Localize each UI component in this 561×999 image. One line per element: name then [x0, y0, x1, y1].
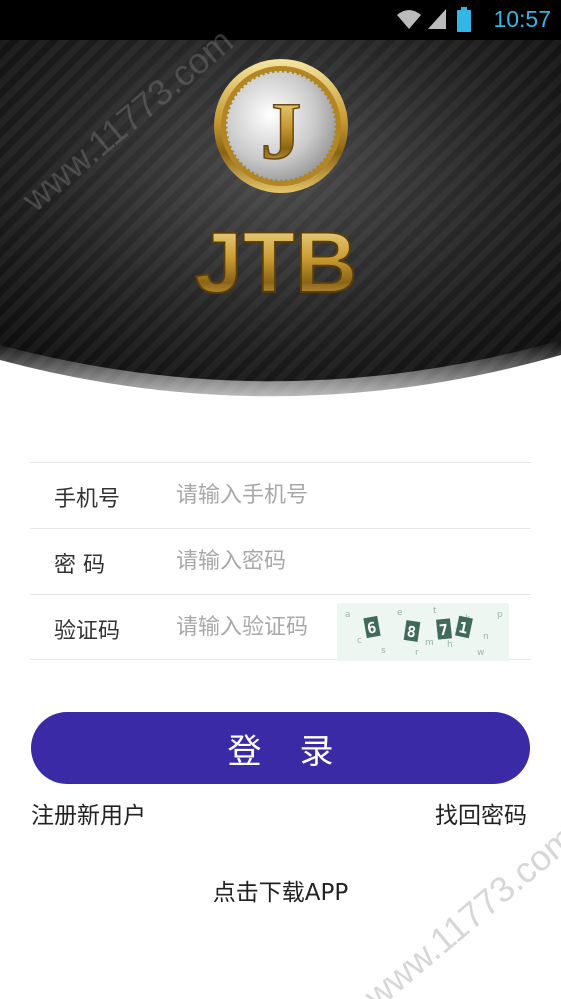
- coin-letter: J: [261, 85, 302, 176]
- forgot-password-link[interactable]: 找回密码: [435, 796, 527, 830]
- captcha-input[interactable]: [176, 607, 356, 647]
- svg-text:c: c: [357, 636, 362, 646]
- download-app-link[interactable]: 点击下载APP: [0, 873, 561, 907]
- captcha-label: 验证码: [54, 619, 121, 644]
- svg-text:n: n: [483, 632, 489, 642]
- wifi-icon: [397, 10, 421, 29]
- watermark-bottom: www.11773.com: [356, 816, 561, 999]
- signal-icon: [428, 9, 446, 29]
- phone-row: 手机号: [30, 462, 531, 528]
- status-bar: 10:57: [0, 0, 561, 40]
- captcha-row: 验证码 acs ert hkn pwx yzm 6 8: [30, 594, 531, 661]
- svg-text:a: a: [345, 610, 351, 620]
- coin-logo: J: [214, 59, 348, 193]
- password-row: 密 码: [30, 528, 531, 594]
- svg-text:r: r: [415, 648, 419, 658]
- login-form: 手机号 密 码 验证码 acs ert hkn pwx yzm: [30, 462, 531, 661]
- battery-icon: [457, 7, 471, 32]
- svg-text:p: p: [497, 610, 503, 620]
- hero-banner: J JTB: [0, 40, 561, 420]
- login-button[interactable]: 登录: [31, 712, 530, 784]
- phone-input[interactable]: [176, 475, 356, 515]
- svg-text:7: 7: [438, 621, 449, 640]
- svg-text:s: s: [381, 646, 386, 656]
- captcha-image[interactable]: acs ert hkn pwx yzm 6 8 7 1: [337, 603, 509, 661]
- svg-text:h: h: [447, 640, 453, 650]
- register-link[interactable]: 注册新用户: [31, 796, 146, 830]
- clock: 10:57: [493, 6, 551, 32]
- svg-text:m: m: [425, 638, 434, 648]
- password-label: 密 码: [54, 553, 105, 578]
- brand-wordmark: JTB: [195, 215, 357, 311]
- password-input[interactable]: [176, 541, 356, 581]
- svg-text:t: t: [433, 606, 437, 616]
- svg-text:e: e: [397, 608, 403, 618]
- phone-label: 手机号: [54, 487, 121, 512]
- svg-text:w: w: [477, 648, 484, 658]
- captcha-code: 6 8 7 1: [363, 615, 473, 642]
